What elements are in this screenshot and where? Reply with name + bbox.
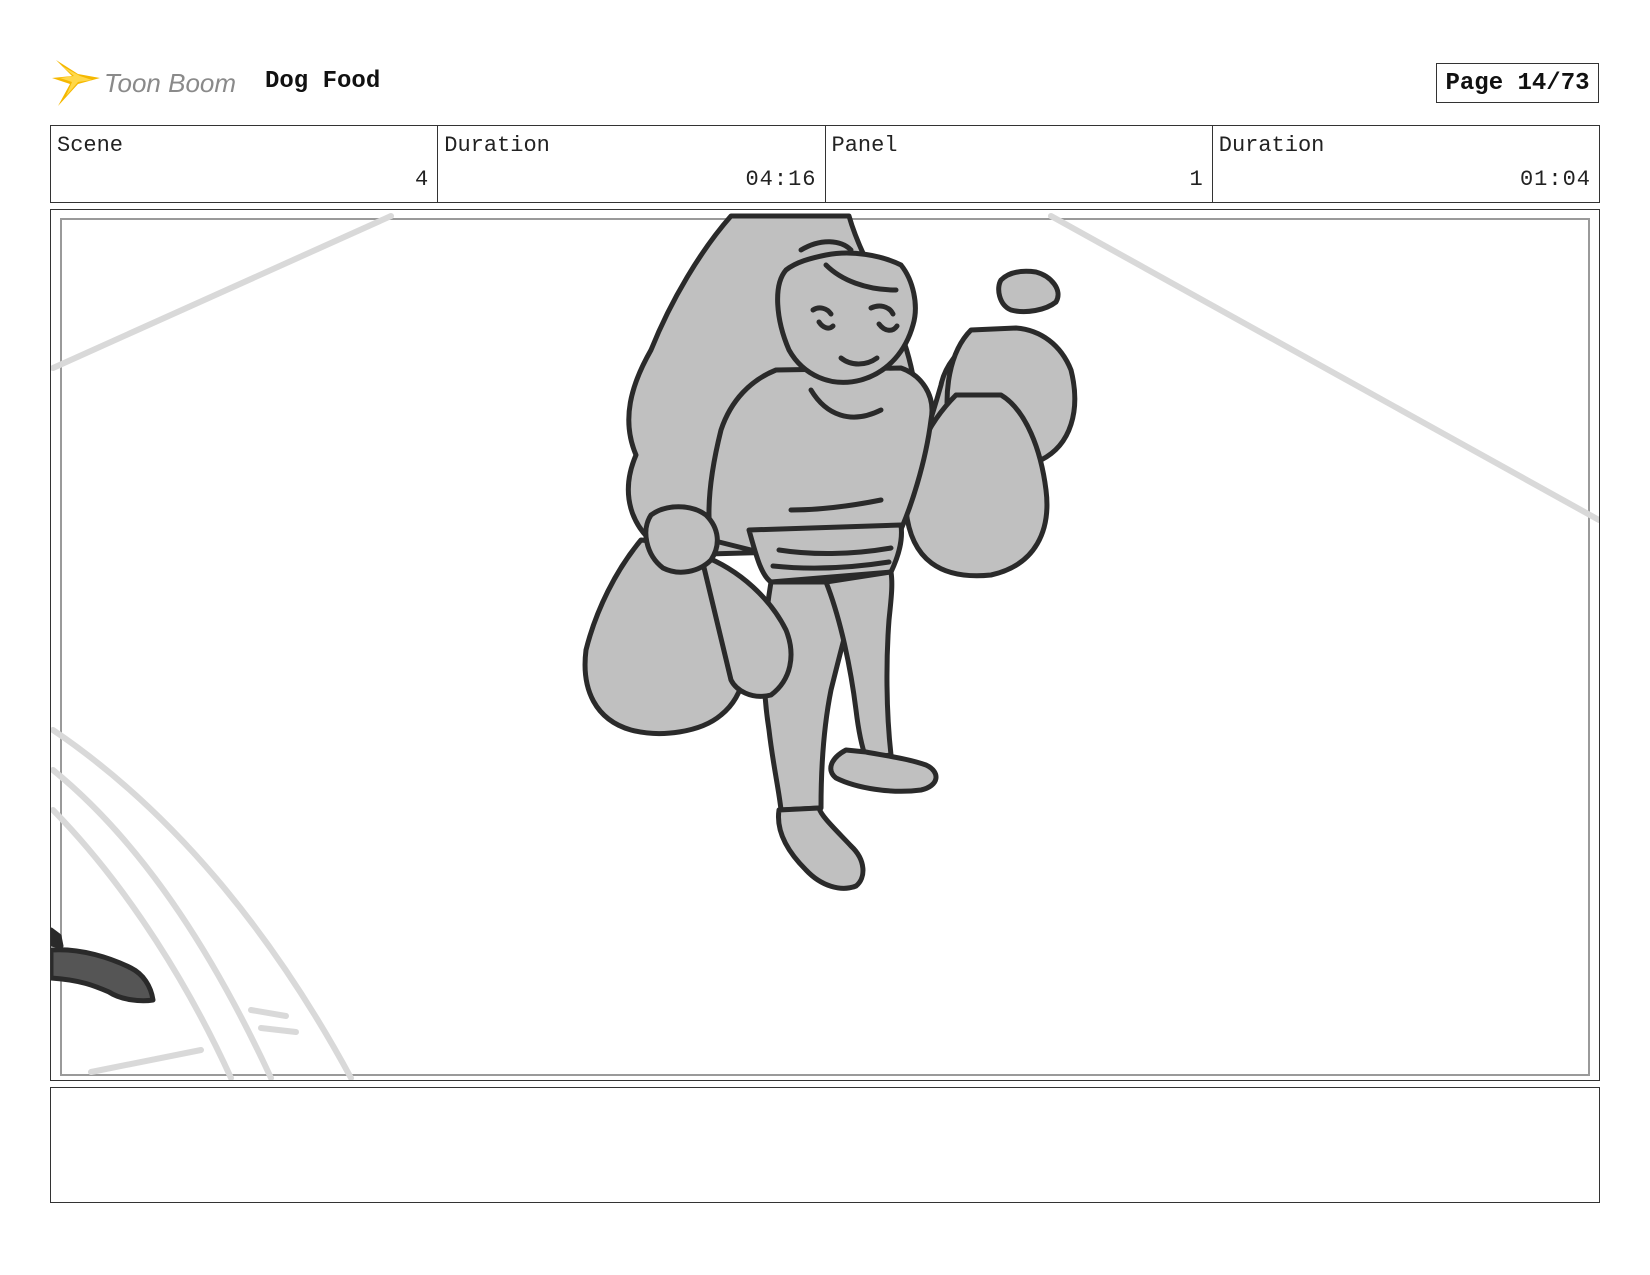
scene-duration-cell: Duration 04:16 <box>438 126 826 202</box>
scene-value: 4 <box>415 167 430 192</box>
scene-label: Scene <box>57 133 124 158</box>
panel-duration-cell: Duration 01:04 <box>1213 126 1599 202</box>
left-fist <box>643 504 720 575</box>
right-foot <box>828 747 939 794</box>
scene-duration-label: Duration <box>444 133 550 158</box>
scene-cell: Scene 4 <box>51 126 439 202</box>
panel-info-table: Scene 4 Duration 04:16 Panel 1 Duration … <box>50 125 1600 203</box>
panel-value: 1 <box>1189 167 1204 192</box>
project-title: Dog Food <box>265 68 381 95</box>
dog-paw-sketch <box>51 927 156 1004</box>
panel-sketch <box>51 213 1599 1080</box>
panel-duration-value: 01:04 <box>1519 167 1591 192</box>
scene-duration-value: 04:16 <box>745 167 817 192</box>
panel-cell: Panel 1 <box>826 126 1213 202</box>
svg-text:Toon Boom: Toon Boom <box>104 68 236 98</box>
starburst-icon <box>52 60 100 106</box>
panel-label: Panel <box>831 133 898 158</box>
panel-duration-label: Duration <box>1218 133 1325 158</box>
panel-notes <box>50 1087 1600 1203</box>
page-header: Toon Boom Dog Food Page 14/73 <box>0 0 1650 125</box>
page-indicator: Page 14/73 <box>1436 63 1599 103</box>
left-foot <box>775 805 866 891</box>
toon-boom-logo: Toon Boom <box>52 56 252 110</box>
storyboard-panel <box>50 209 1600 1081</box>
right-fist <box>996 268 1061 315</box>
